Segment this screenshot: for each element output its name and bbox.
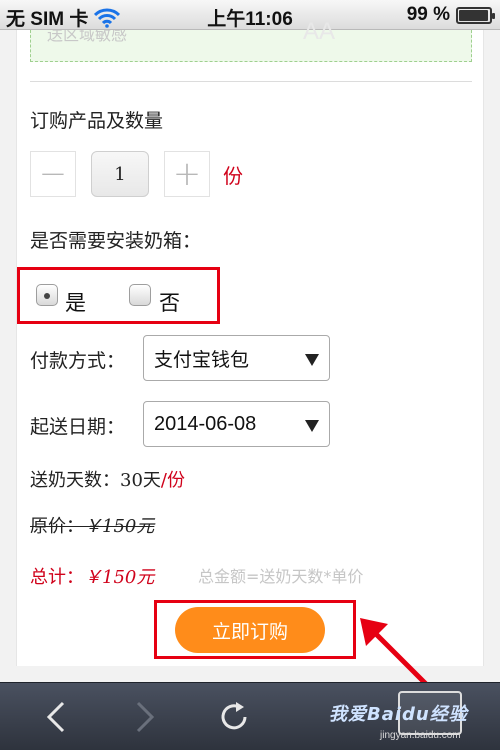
total-label: 总计： — [30, 567, 84, 588]
status-bar: 无 SIM 卡 上午11:06 99 % — [0, 0, 500, 30]
payment-select[interactable]: 支付宝钱包 — [143, 335, 330, 381]
watermark-url: jingyan.baidu.com — [380, 730, 461, 741]
forward-icon[interactable] — [125, 697, 165, 737]
address-textarea[interactable]: 送区域敏感 — [30, 30, 472, 62]
date-label: 起送日期： — [30, 416, 126, 438]
original-price-value: ￥150元 — [84, 516, 155, 537]
date-select[interactable]: 2014-06-08 — [143, 401, 330, 447]
back-icon[interactable] — [36, 697, 76, 737]
increase-quantity-button[interactable]: + — [164, 151, 210, 197]
payment-value: 支付宝钱包 — [154, 348, 250, 371]
dropdown-arrow-icon — [305, 354, 319, 366]
total-value: ￥150元 — [84, 567, 155, 588]
payment-label: 付款方式： — [30, 350, 126, 372]
days-unit: /份 — [160, 470, 185, 491]
minus-icon: − — [38, 154, 68, 194]
product-qty-label: 订购产品及数量 — [30, 110, 164, 132]
original-price-label: 原价： — [30, 516, 84, 537]
watermark-logo: 我爱Baidu经验 — [329, 704, 468, 725]
days-value: 30天 — [120, 470, 161, 491]
section-divider — [30, 81, 472, 82]
plus-icon: + — [172, 154, 202, 194]
install-question: 是否需要安装奶箱： — [30, 230, 202, 252]
quantity-input[interactable] — [91, 151, 149, 197]
battery-icon — [456, 6, 495, 24]
dropdown-arrow-icon — [305, 420, 319, 432]
total-formula-note: 总金额=送奶天数*单价 — [198, 567, 364, 586]
quantity-unit: 份 — [223, 164, 243, 188]
days-label: 送奶天数： — [30, 470, 120, 491]
decrease-quantity-button[interactable]: − — [30, 151, 76, 197]
status-right: 99 % — [406, 4, 495, 26]
textarea-fragment: 送区域敏感 — [47, 30, 128, 44]
delivery-days: 送奶天数：30天/份 — [30, 466, 185, 492]
text-size-icon[interactable]: AA — [303, 18, 335, 46]
refresh-icon[interactable] — [214, 697, 254, 737]
highlight-box-install — [17, 267, 220, 324]
original-price: 原价：￥150元 — [30, 512, 154, 538]
battery-percent: 99 % — [406, 4, 450, 25]
highlight-box-buy — [154, 600, 356, 659]
date-value: 2014-06-08 — [154, 412, 257, 435]
total-price: 总计：￥150元 — [30, 563, 154, 589]
